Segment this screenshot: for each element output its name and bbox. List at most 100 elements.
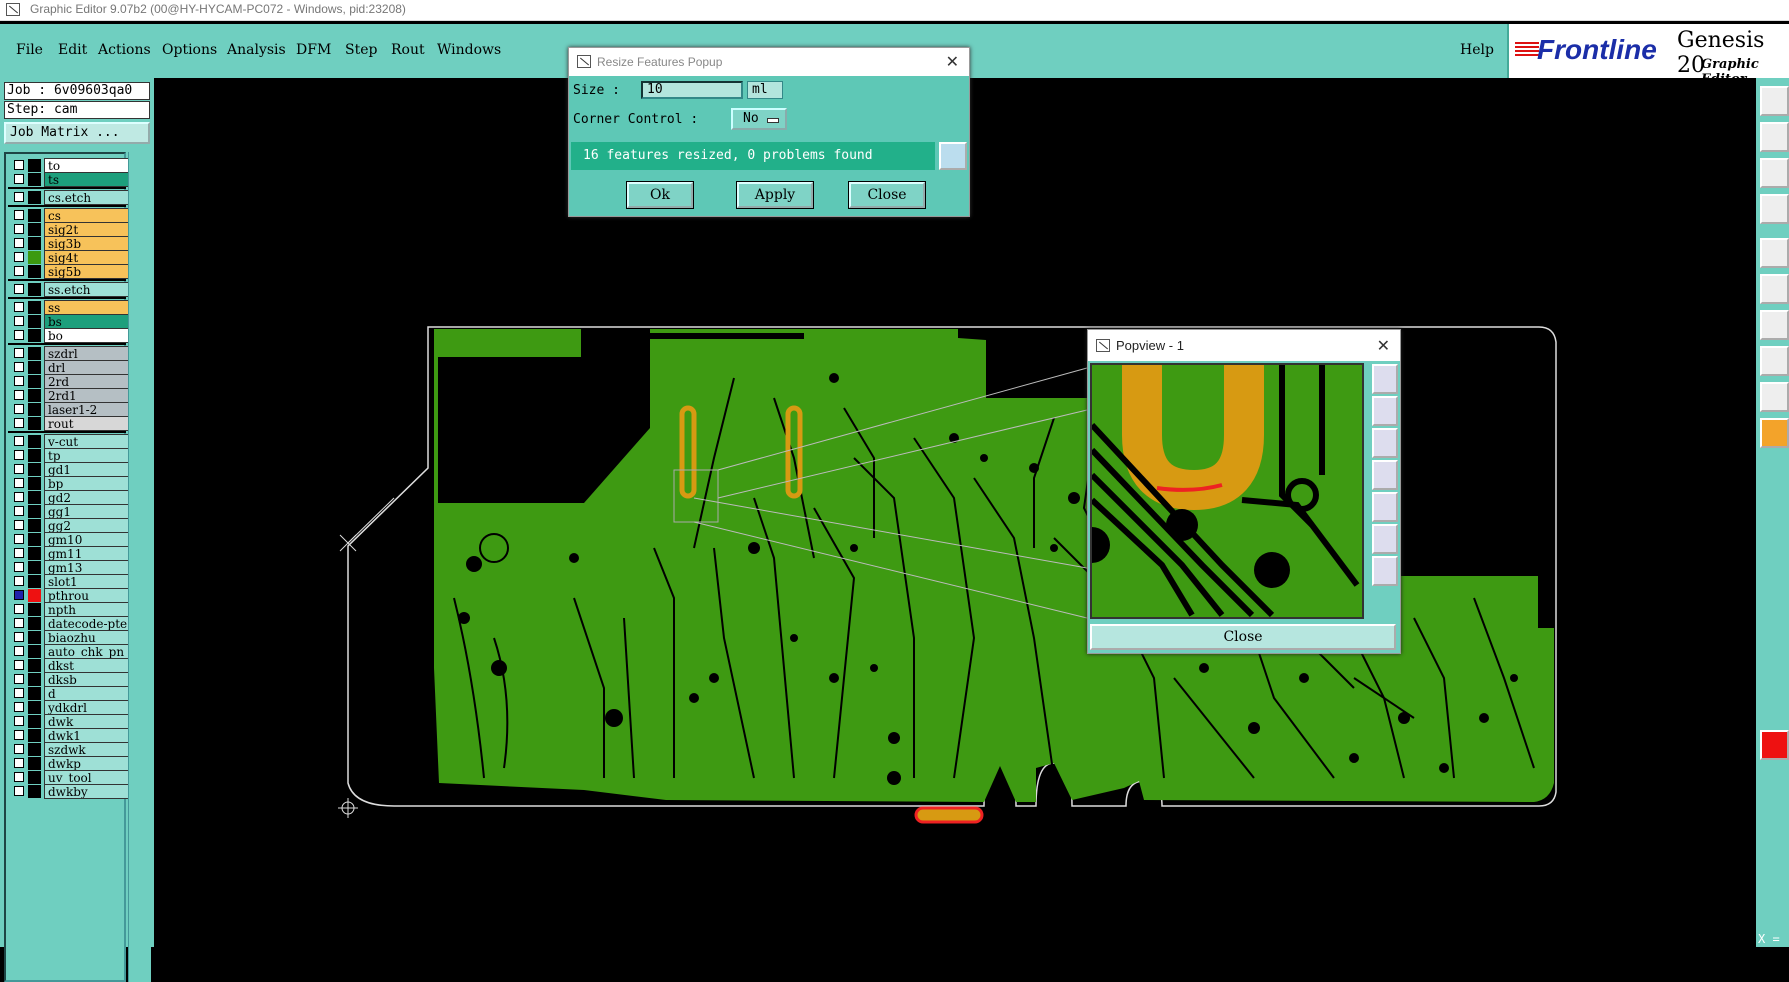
layer-row[interactable]: dwkp [8, 756, 130, 771]
layer-checkbox[interactable] [14, 390, 24, 400]
popview-canvas[interactable] [1090, 363, 1364, 619]
popview-title-bar[interactable]: Popview - 1 ✕ [1088, 330, 1400, 361]
layer-name[interactable]: gm13 [44, 560, 130, 575]
tb-net-icon[interactable] [1760, 274, 1789, 304]
pv-pan-up-icon[interactable] [1372, 396, 1398, 426]
layer-color-swatch[interactable] [28, 673, 41, 686]
layer-color-swatch[interactable] [28, 223, 41, 236]
tb-move-icon[interactable] [1760, 158, 1789, 188]
layer-row[interactable]: gd1 [8, 462, 130, 477]
tb-arrow-in-icon[interactable] [1760, 122, 1789, 152]
layer-color-swatch[interactable] [28, 403, 41, 416]
layer-color-swatch[interactable] [28, 603, 41, 616]
layer-color-swatch[interactable] [28, 159, 41, 172]
layer-name[interactable]: rout [44, 416, 130, 431]
pv-pan-right-icon[interactable] [1372, 492, 1398, 522]
status-info-icon[interactable] [939, 142, 967, 170]
layer-checkbox[interactable] [14, 238, 24, 248]
close-button[interactable]: Close [849, 182, 925, 208]
layer-checkbox[interactable] [14, 252, 24, 262]
pv-zoom-out-icon[interactable] [1372, 556, 1398, 586]
layer-checkbox[interactable] [14, 224, 24, 234]
layer-row[interactable]: gg1 [8, 504, 130, 519]
layer-name[interactable]: datecode-pte [44, 616, 130, 631]
layer-color-swatch[interactable] [28, 191, 41, 204]
layer-row[interactable]: uv_tool [8, 770, 130, 785]
layer-name[interactable]: dkst [44, 658, 130, 673]
layer-checkbox[interactable] [14, 302, 24, 312]
layer-row[interactable]: szdwk [8, 742, 130, 757]
layer-checkbox[interactable] [14, 660, 24, 670]
layer-name[interactable]: bp [44, 476, 130, 491]
layer-row[interactable]: slot1 [8, 574, 130, 589]
tb-pad-icon[interactable] [1760, 238, 1789, 268]
layer-name[interactable]: gd2 [44, 490, 130, 505]
layer-color-swatch[interactable] [28, 435, 41, 448]
layer-color-swatch[interactable] [28, 237, 41, 250]
layer-checkbox[interactable] [14, 210, 24, 220]
layer-color-swatch[interactable] [28, 491, 41, 504]
layer-checkbox[interactable] [14, 534, 24, 544]
pv-zoom-in-icon[interactable] [1372, 524, 1398, 554]
layer-name[interactable]: slot1 [44, 574, 130, 589]
tb-props-icon[interactable] [1760, 194, 1789, 224]
layer-row[interactable]: to [8, 158, 130, 173]
layer-name[interactable]: sig3b [44, 236, 130, 251]
selected-pad[interactable] [914, 806, 984, 824]
layer-row[interactable]: dksb [8, 672, 130, 687]
layer-name[interactable]: drl [44, 360, 130, 375]
menu-windows[interactable]: Windows [437, 42, 501, 58]
layer-row[interactable]: cs [8, 208, 130, 223]
layer-row[interactable]: ydkdrl [8, 700, 130, 715]
layer-name[interactable]: sig5b [44, 264, 130, 279]
layer-row[interactable]: 2rd [8, 374, 130, 389]
pv-pan-left-icon[interactable] [1372, 460, 1398, 490]
layer-row[interactable]: gm11 [8, 546, 130, 561]
layer-name[interactable]: auto_chk_pn [44, 644, 130, 659]
layer-name[interactable]: dwkby [44, 784, 130, 799]
layer-color-swatch[interactable] [28, 173, 41, 186]
tb-measure-icon[interactable] [1760, 310, 1789, 340]
layer-checkbox[interactable] [14, 316, 24, 326]
tb-red-flag-icon[interactable] [1760, 730, 1789, 760]
tb-triangle-icon[interactable] [1760, 382, 1789, 412]
layer-color-swatch[interactable] [28, 589, 41, 602]
layer-color-swatch[interactable] [28, 519, 41, 532]
layer-name[interactable]: uv_tool [44, 770, 130, 785]
layer-checkbox[interactable] [14, 562, 24, 572]
popview-close-button[interactable]: Close [1090, 624, 1396, 650]
menu-file[interactable]: File [16, 42, 43, 58]
layer-color-swatch[interactable] [28, 477, 41, 490]
layer-row[interactable]: dkst [8, 658, 130, 673]
layer-checkbox[interactable] [14, 436, 24, 446]
layer-name[interactable]: ydkdrl [44, 700, 130, 715]
layer-checkbox[interactable] [14, 330, 24, 340]
layer-color-swatch[interactable] [28, 743, 41, 756]
size-input[interactable]: 10 [641, 81, 743, 99]
layer-checkbox[interactable] [14, 590, 24, 600]
layer-row[interactable]: v-cut [8, 434, 130, 449]
layer-color-swatch[interactable] [28, 389, 41, 402]
corner-control-select[interactable]: No [731, 108, 787, 130]
layer-name[interactable]: sig4t [44, 250, 130, 265]
tb-select-icon[interactable] [1760, 346, 1789, 376]
layer-checkbox[interactable] [14, 716, 24, 726]
layer-checkbox[interactable] [14, 192, 24, 202]
layer-name[interactable]: ss.etch [44, 282, 130, 297]
layer-color-swatch[interactable] [28, 265, 41, 278]
layer-checkbox[interactable] [14, 548, 24, 558]
menu-dfm[interactable]: DFM [296, 42, 331, 58]
layer-checkbox[interactable] [14, 506, 24, 516]
layer-color-swatch[interactable] [28, 533, 41, 546]
layer-color-swatch[interactable] [28, 617, 41, 630]
layer-color-swatch[interactable] [28, 283, 41, 296]
layer-color-swatch[interactable] [28, 301, 41, 314]
layer-row[interactable]: laser1-2 [8, 402, 130, 417]
layer-checkbox[interactable] [14, 730, 24, 740]
layer-name[interactable]: dksb [44, 672, 130, 687]
layer-row[interactable]: sig5b [8, 264, 130, 279]
layer-row[interactable]: ts [8, 172, 130, 187]
layer-checkbox[interactable] [14, 404, 24, 414]
close-icon[interactable]: ✕ [946, 52, 959, 72]
layer-name[interactable]: gm11 [44, 546, 130, 561]
